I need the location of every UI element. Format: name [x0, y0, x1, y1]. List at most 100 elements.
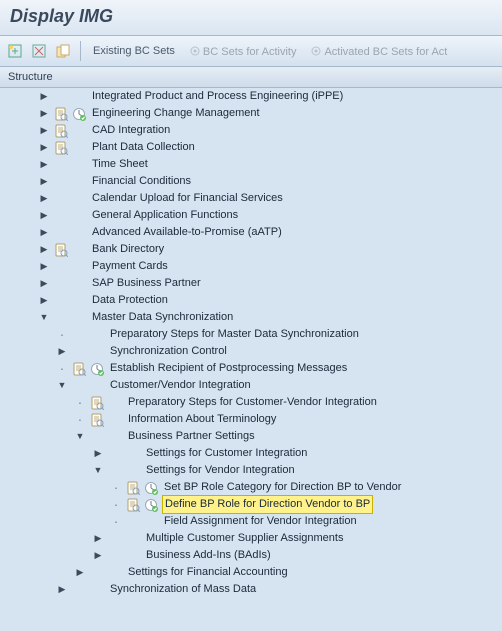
tree-node-label[interactable]: Settings for Financial Accounting	[124, 564, 288, 581]
img-activity-icon[interactable]	[142, 498, 160, 512]
tree-node-label[interactable]: Customer/Vendor Integration	[106, 377, 251, 394]
expand-toggle[interactable]: ▶	[54, 581, 70, 598]
tree-node-label[interactable]: Business Add-Ins (BAdIs)	[142, 547, 271, 564]
tree-row[interactable]: ▶ Data Protection	[0, 292, 502, 309]
tree-node-label[interactable]: Financial Conditions	[88, 173, 191, 190]
tree-row[interactable]: ·Define BP Role for Direction Vendor to …	[0, 496, 502, 513]
img-doc-icon[interactable]	[52, 141, 70, 155]
img-doc-icon[interactable]	[124, 498, 142, 512]
expand-toggle[interactable]: ▶	[36, 88, 52, 105]
tree-node-label[interactable]: Multiple Customer Supplier Assignments	[142, 530, 343, 547]
tree-row[interactable]: ▼ Business Partner Settings	[0, 428, 502, 445]
tree-row[interactable]: ▼ Settings for Vendor Integration	[0, 462, 502, 479]
tree-row[interactable]: ·Preparatory Steps for Customer-Vendor I…	[0, 394, 502, 411]
expand-toggle[interactable]: ▶	[36, 122, 52, 139]
tree-node-label[interactable]: Plant Data Collection	[88, 139, 195, 156]
tree-node-label[interactable]: General Application Functions	[88, 207, 238, 224]
tree-row[interactable]: ▶ Multiple Customer Supplier Assignments	[0, 530, 502, 547]
tree-node-label[interactable]: Master Data Synchronization	[88, 309, 233, 326]
tree-row[interactable]: ▶Calendar Upload for Financial Services	[0, 190, 502, 207]
tree-node-label[interactable]: Synchronization Control	[106, 343, 227, 360]
expand-toggle[interactable]: ▶	[36, 173, 52, 190]
img-doc-icon[interactable]	[52, 124, 70, 138]
expand-toggle[interactable]: ▶	[90, 445, 106, 462]
expand-toggle[interactable]: ▶	[72, 564, 88, 581]
activated-bc-sets-link[interactable]: Activated BC Sets for Act	[306, 43, 451, 60]
tree-row[interactable]: ▶ Business Add-Ins (BAdIs)	[0, 547, 502, 564]
tree-row[interactable]: ▶ Settings for Financial Accounting	[0, 564, 502, 581]
tree-row[interactable]: ▶ Engineering Change Management	[0, 105, 502, 122]
tree-row[interactable]: ·Set BP Role Category for Direction BP t…	[0, 479, 502, 496]
tree-row[interactable]: ▼ Master Data Synchronization	[0, 309, 502, 326]
tree-node-label[interactable]: Integrated Product and Process Engineeri…	[88, 88, 343, 105]
tree-row[interactable]: ·Information About Terminology	[0, 411, 502, 428]
tree-node-label[interactable]: Preparatory Steps for Customer-Vendor In…	[124, 394, 377, 411]
tree-row[interactable]: ·Preparatory Steps for Master Data Synch…	[0, 326, 502, 343]
expand-toggle[interactable]: ▶	[36, 292, 52, 309]
existing-bc-sets-link[interactable]: Existing BC Sets	[89, 43, 179, 59]
tree-row[interactable]: ·Establish Recipient of Postprocessing M…	[0, 360, 502, 377]
tree-node-label[interactable]: Information About Terminology	[124, 411, 276, 428]
tree-node-label[interactable]: Synchronization of Mass Data	[106, 581, 256, 598]
tree-node-label[interactable]: Payment Cards	[88, 258, 168, 275]
expand-toggle[interactable]: ▶	[90, 547, 106, 564]
img-doc-icon[interactable]	[52, 107, 70, 121]
tree-node-label[interactable]: Settings for Vendor Integration	[142, 462, 295, 479]
tree-row[interactable]: ▶ Time Sheet	[0, 156, 502, 173]
tree-node-label[interactable]: Business Partner Settings	[124, 428, 255, 445]
tree-node-label[interactable]: Bank Directory	[88, 241, 164, 258]
img-doc-icon[interactable]	[70, 362, 88, 376]
collapse-all-icon[interactable]	[30, 42, 48, 60]
tree-row[interactable]: ▶ Integrated Product and Process Engineer…	[0, 88, 502, 105]
tree-node-label[interactable]: Time Sheet	[88, 156, 148, 173]
tree-row[interactable]: ▶ Synchronization of Mass Data	[0, 581, 502, 598]
tree-row[interactable]: ▼ Customer/Vendor Integration	[0, 377, 502, 394]
img-doc-icon[interactable]	[52, 243, 70, 257]
img-doc-icon[interactable]	[124, 481, 142, 495]
expand-toggle[interactable]: ▶	[90, 530, 106, 547]
tree-row[interactable]: ▶ CAD Integration	[0, 122, 502, 139]
tree-row[interactable]: ▶ SAP Business Partner	[0, 275, 502, 292]
tree-row[interactable]: ▶ Synchronization Control	[0, 343, 502, 360]
img-tree[interactable]: ▶ Integrated Product and Process Engineer…	[0, 88, 502, 631]
tree-row[interactable]: ▶ Payment Cards	[0, 258, 502, 275]
img-activity-icon[interactable]	[88, 362, 106, 376]
expand-all-icon[interactable]	[6, 42, 24, 60]
expand-toggle[interactable]: ▶	[36, 139, 52, 156]
where-used-icon[interactable]	[54, 42, 72, 60]
expand-toggle[interactable]: ▶	[36, 156, 52, 173]
tree-node-label[interactable]: Engineering Change Management	[88, 105, 260, 122]
tree-node-label[interactable]: Settings for Customer Integration	[142, 445, 307, 462]
expand-toggle[interactable]: ▶	[36, 275, 52, 292]
img-activity-icon[interactable]	[70, 107, 88, 121]
expand-toggle[interactable]: ▶	[36, 207, 52, 224]
tree-node-label[interactable]: SAP Business Partner	[88, 275, 201, 292]
collapse-toggle[interactable]: ▼	[90, 462, 106, 479]
tree-row[interactable]: ▶ Bank Directory	[0, 241, 502, 258]
collapse-toggle[interactable]: ▼	[36, 309, 52, 326]
tree-row[interactable]: ▶ Financial Conditions	[0, 173, 502, 190]
collapse-toggle[interactable]: ▼	[72, 428, 88, 445]
tree-node-label[interactable]: Set BP Role Category for Direction BP to…	[160, 479, 401, 496]
tree-node-label[interactable]: Data Protection	[88, 292, 168, 309]
expand-toggle[interactable]: ▶	[36, 224, 52, 241]
tree-row[interactable]: ·Field Assignment for Vendor Integration	[0, 513, 502, 530]
img-activity-icon[interactable]	[142, 481, 160, 495]
collapse-toggle[interactable]: ▼	[54, 377, 70, 394]
img-doc-icon[interactable]	[88, 396, 106, 410]
expand-toggle[interactable]: ▶	[36, 105, 52, 122]
tree-row[interactable]: ▶ General Application Functions	[0, 207, 502, 224]
bc-sets-for-activity-link[interactable]: BC Sets for Activity	[185, 43, 301, 60]
expand-toggle[interactable]: ▶	[36, 241, 52, 258]
expand-toggle[interactable]: ▶	[36, 258, 52, 275]
tree-row[interactable]: ▶ Settings for Customer Integration	[0, 445, 502, 462]
tree-node-label[interactable]: CAD Integration	[88, 122, 170, 139]
expand-toggle[interactable]: ▶	[54, 343, 70, 360]
tree-row[interactable]: ▶Advanced Available-to-Promise (aATP)	[0, 224, 502, 241]
tree-node-label[interactable]: Field Assignment for Vendor Integration	[160, 513, 357, 530]
tree-node-label[interactable]: Define BP Role for Direction Vendor to B…	[162, 495, 373, 514]
expand-toggle[interactable]: ▶	[36, 190, 52, 207]
tree-node-label[interactable]: Establish Recipient of Postprocessing Me…	[106, 360, 347, 377]
tree-node-label[interactable]: Preparatory Steps for Master Data Synchr…	[106, 326, 359, 343]
tree-row[interactable]: ▶ Plant Data Collection	[0, 139, 502, 156]
